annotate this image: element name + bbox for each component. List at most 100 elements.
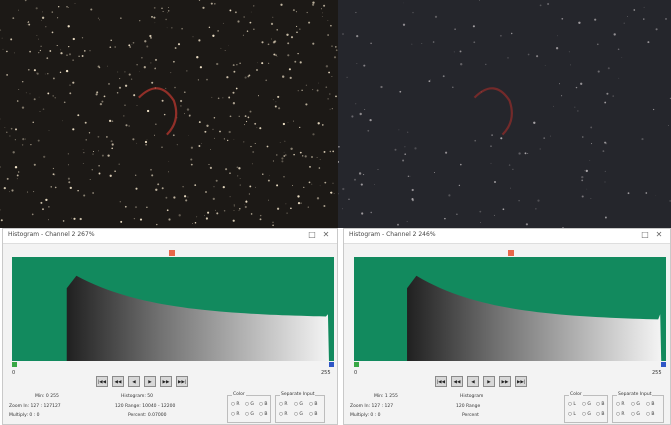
astro-image-left [0, 0, 338, 228]
color-group: Color ○ R ○ G ○ B ○ R ○ G ○ B [227, 392, 271, 423]
color-option[interactable]: ○ R [231, 412, 240, 417]
nebula-arc [473, 87, 513, 136]
color-option[interactable]: ○ G [245, 402, 254, 407]
separate-option[interactable]: ○ R [279, 412, 288, 417]
stretch-pointer[interactable] [169, 250, 175, 256]
zoom-readout: Zoom In: 127 : 127 [350, 404, 394, 409]
forward-button[interactable]: ▶ [144, 376, 156, 387]
separate-option[interactable]: ○ B [309, 412, 317, 417]
white-point-handle[interactable] [661, 362, 666, 367]
last-button[interactable]: ▶▶| [515, 376, 527, 387]
star-field [338, 0, 671, 228]
separate-input-group: Separate Input ○ R ○ G ○ B ○ R ○ G ○ B [612, 392, 664, 423]
color-option[interactable]: ○ G [582, 402, 591, 407]
fast-forward-button[interactable]: ▶▶ [160, 376, 172, 387]
fast-back-button[interactable]: ◀◀ [112, 376, 124, 387]
color-group-label: Color [232, 392, 246, 397]
histogram-readout: Histogram [460, 394, 484, 399]
color-option[interactable]: ○ L [568, 412, 576, 417]
separate-option[interactable]: ○ G [631, 402, 640, 407]
forward-button[interactable]: ▶ [483, 376, 495, 387]
separate-input-label: Separate Input [280, 392, 316, 397]
option-label: G [587, 412, 591, 417]
back-button[interactable]: ◀ [128, 376, 140, 387]
min-max-readout: Min: 0 255 [35, 394, 59, 399]
histogram-window-right: Histogram - Channel 2 246% □ ✕ 0 255 |◀◀… [343, 228, 671, 425]
window-title: Histogram - Channel 2 246% [349, 231, 436, 238]
option-label: R [236, 412, 240, 417]
separate-option[interactable]: ○ B [646, 402, 654, 407]
option-label: B [314, 412, 318, 417]
multiply-readout: Multiply: 0 : 0 [350, 413, 381, 418]
color-option[interactable]: ○ L [568, 402, 576, 407]
back-button[interactable]: ◀ [467, 376, 479, 387]
first-button[interactable]: |◀◀ [96, 376, 108, 387]
option-label: G [250, 412, 254, 417]
separate-option[interactable]: ○ B [646, 412, 654, 417]
toolbar: |◀◀ ◀◀ ◀ ▶ ▶▶ ▶▶| [96, 376, 188, 387]
option-label: R [284, 412, 288, 417]
option-label: R [236, 402, 240, 407]
nebula-arc [138, 87, 178, 136]
option-label: G [250, 402, 254, 407]
option-label: G [587, 402, 591, 407]
star-field [0, 0, 338, 227]
color-option[interactable]: ○ B [596, 412, 604, 417]
close-icon[interactable]: ✕ [321, 230, 331, 239]
option-label: B [651, 412, 655, 417]
histogram-canvas [354, 257, 666, 361]
multiply-readout: Multiply: 0 : 0 [9, 413, 40, 418]
color-group-label: Color [569, 392, 583, 397]
color-option[interactable]: ○ G [582, 412, 591, 417]
option-label: G [299, 412, 303, 417]
astro-image-right [338, 0, 671, 228]
fast-back-button[interactable]: ◀◀ [451, 376, 463, 387]
color-group: Color ○ L ○ G ○ B ○ L ○ G ○ B [564, 392, 608, 423]
histogram-window-left: Histogram - Channel 2 267% □ ✕ 0 255 |◀◀… [2, 228, 338, 425]
restore-icon[interactable]: □ [307, 230, 317, 239]
option-label: R [621, 412, 625, 417]
separate-option[interactable]: ○ G [631, 412, 640, 417]
separate-option[interactable]: ○ G [294, 412, 303, 417]
option-label: B [264, 402, 268, 407]
separate-option[interactable]: ○ R [616, 412, 625, 417]
histogram-canvas [12, 257, 334, 361]
color-option[interactable]: ○ B [259, 412, 267, 417]
axis-max-label: 255 [652, 370, 662, 376]
option-label: G [636, 402, 640, 407]
last-button[interactable]: ▶▶| [176, 376, 188, 387]
separate-option[interactable]: ○ G [294, 402, 303, 407]
axis-min-label: 0 [12, 370, 16, 376]
fast-forward-button[interactable]: ▶▶ [499, 376, 511, 387]
close-icon[interactable]: ✕ [654, 230, 664, 239]
color-option[interactable]: ○ G [245, 412, 254, 417]
black-point-handle[interactable] [354, 362, 359, 367]
color-option[interactable]: ○ B [259, 402, 267, 407]
separate-input-label: Separate Input [617, 392, 653, 397]
axis-max-label: 255 [321, 370, 331, 376]
histogram-range-readout: 120 Range: 10040 - 12200 [115, 404, 176, 409]
option-label: G [636, 412, 640, 417]
separate-option[interactable]: ○ R [279, 402, 288, 407]
separate-option[interactable]: ○ R [616, 402, 625, 407]
histogram-plot[interactable] [12, 257, 334, 361]
histogram-plot[interactable] [354, 257, 666, 361]
histogram-readout: Histogram: 50 [121, 394, 154, 399]
option-label: R [621, 402, 625, 407]
restore-icon[interactable]: □ [640, 230, 650, 239]
stretch-pointer[interactable] [508, 250, 514, 256]
titlebar[interactable]: Histogram - Channel 2 246% □ ✕ [344, 229, 670, 244]
color-option[interactable]: ○ R [231, 402, 240, 407]
zoom-readout: Zoom In: 127 : 127127 [9, 404, 61, 409]
option-label: L [573, 402, 576, 407]
black-point-handle[interactable] [12, 362, 17, 367]
percent-readout: Percent [462, 413, 479, 418]
first-button[interactable]: |◀◀ [435, 376, 447, 387]
percent-readout: Percent: 0.07000 [128, 413, 167, 418]
histogram-range-readout: 120 Range [456, 404, 481, 409]
axis-min-label: 0 [354, 370, 358, 376]
separate-option[interactable]: ○ B [309, 402, 317, 407]
color-option[interactable]: ○ B [596, 402, 604, 407]
titlebar[interactable]: Histogram - Channel 2 267% □ ✕ [3, 229, 337, 244]
white-point-handle[interactable] [329, 362, 334, 367]
